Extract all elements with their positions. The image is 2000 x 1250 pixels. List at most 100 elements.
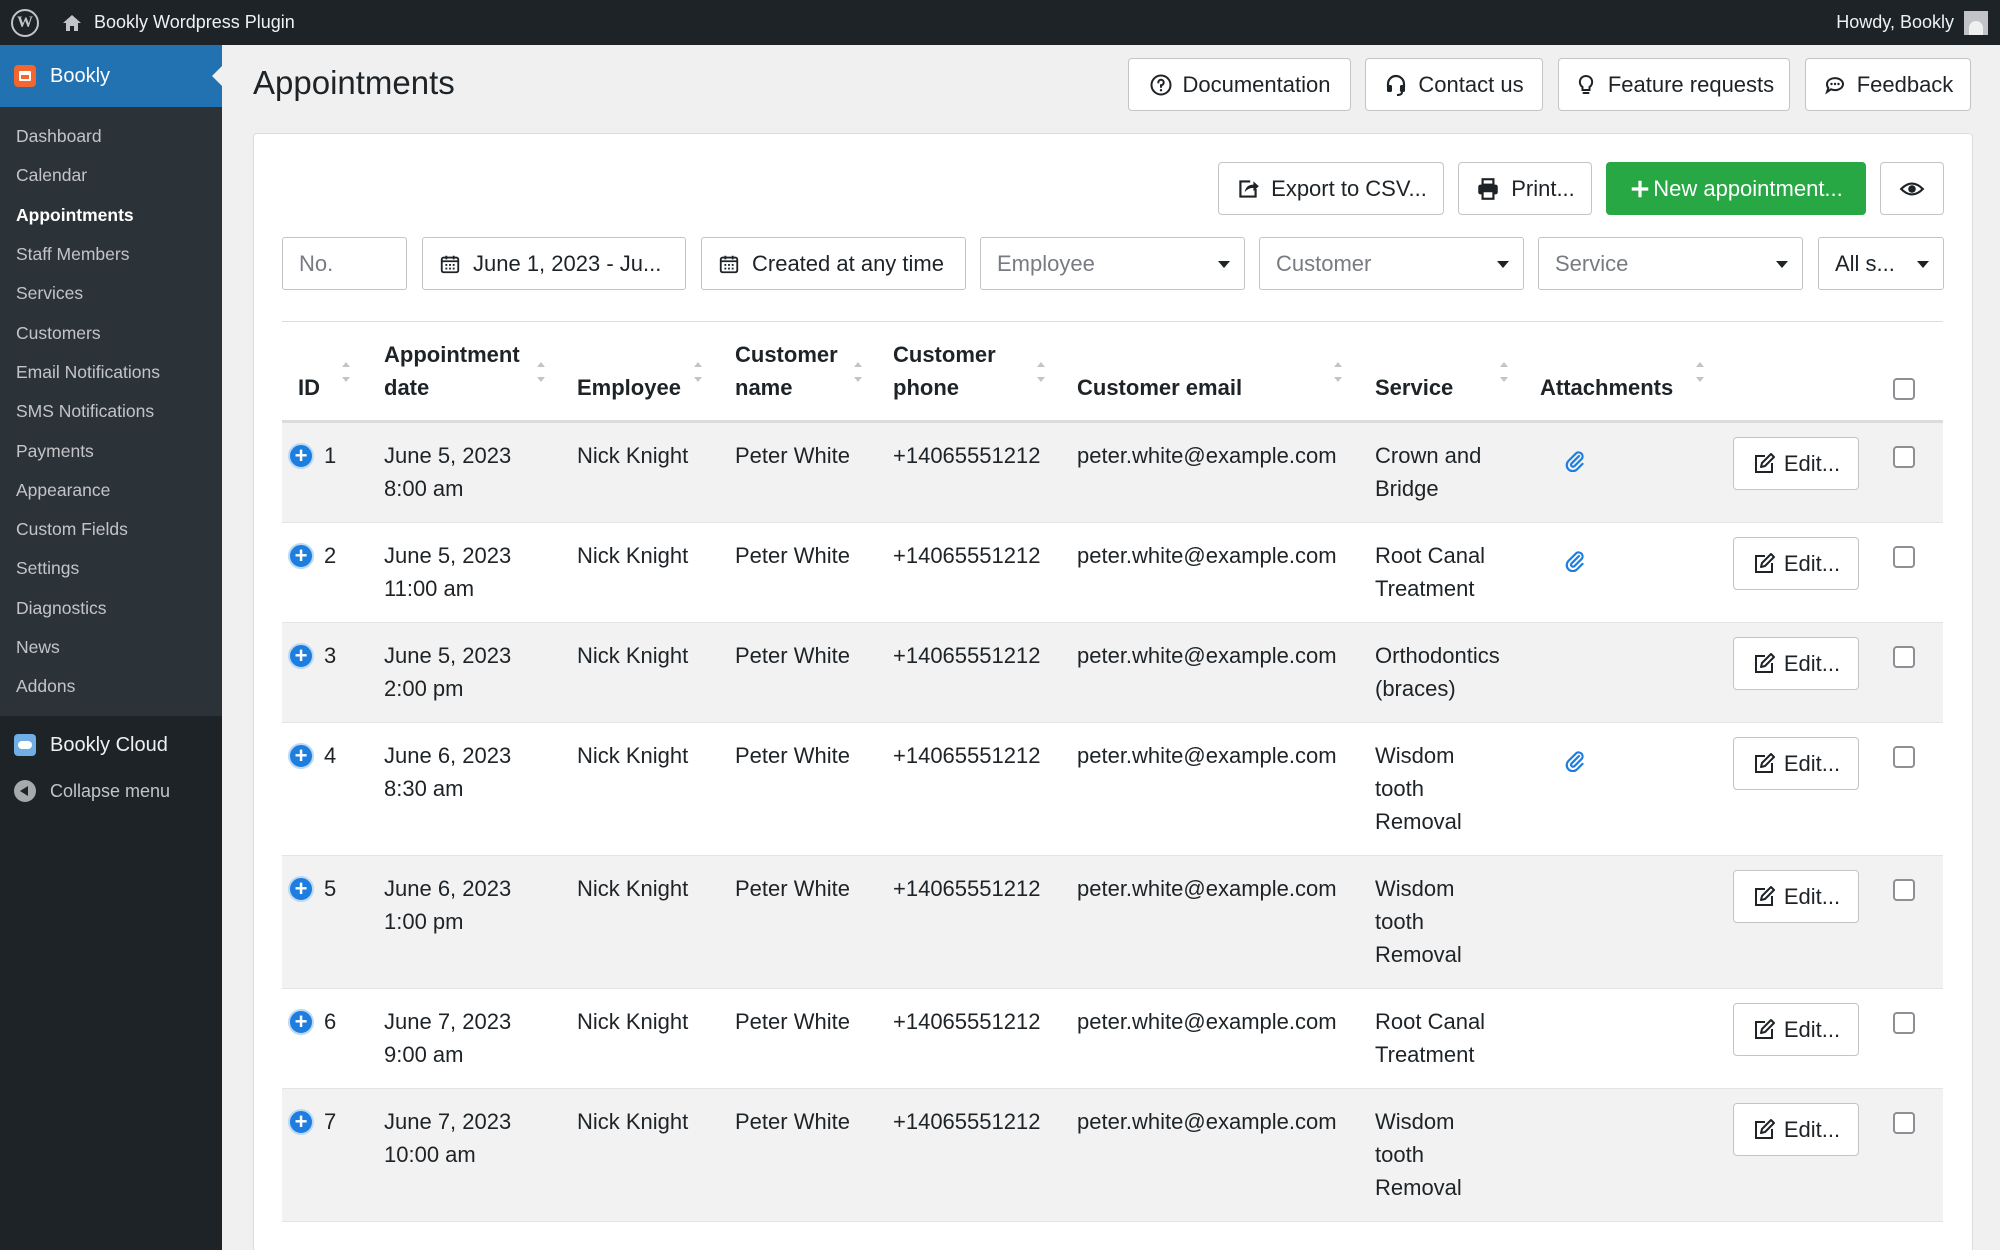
row-checkbox[interactable] bbox=[1893, 646, 1915, 668]
edit-button[interactable]: Edit... bbox=[1733, 537, 1859, 590]
table-row: +4 June 6, 2023 8:30 am Nick Knight Peter Wh… bbox=[282, 723, 1943, 856]
column-header-appointment-date[interactable]: Appointment date bbox=[384, 338, 520, 404]
created-date-filter[interactable]: Created at any time bbox=[701, 237, 966, 290]
column-header-customer-phone[interactable]: Customer phone bbox=[893, 338, 996, 404]
customer-email-value: peter.white@example.com bbox=[1077, 1109, 1337, 1134]
customer-phone-value: +14065551212 bbox=[893, 1109, 1041, 1134]
sidebar-item-services[interactable]: Services bbox=[0, 274, 222, 313]
menu-bookly[interactable]: Bookly bbox=[0, 45, 222, 107]
row-checkbox[interactable] bbox=[1893, 879, 1915, 901]
eye-icon bbox=[1899, 182, 1925, 195]
chat-bubble-icon bbox=[1824, 76, 1844, 94]
paperclip-icon[interactable] bbox=[1562, 448, 1586, 473]
chevron-down-icon bbox=[1497, 261, 1509, 268]
feedback-label: Feedback bbox=[1856, 71, 1954, 97]
employee-name: Nick Knight bbox=[577, 539, 688, 572]
sort-icon[interactable] bbox=[1037, 362, 1045, 382]
export-csv-button[interactable]: Export to CSV... bbox=[1218, 162, 1444, 215]
row-checkbox[interactable] bbox=[1893, 546, 1915, 568]
sidebar-item-dashboard[interactable]: Dashboard bbox=[0, 117, 222, 156]
expand-row-icon[interactable]: + bbox=[288, 543, 314, 569]
service-select[interactable]: Service bbox=[1538, 237, 1803, 290]
sidebar-item-email-notifications[interactable]: Email Notifications bbox=[0, 353, 222, 392]
select-all-checkbox[interactable] bbox=[1893, 378, 1915, 400]
employee-select[interactable]: Employee bbox=[980, 237, 1245, 290]
row-checkbox[interactable] bbox=[1893, 1012, 1915, 1034]
sidebar-item-payments[interactable]: Payments bbox=[0, 431, 222, 470]
edit-button[interactable]: Edit... bbox=[1733, 1103, 1859, 1156]
contact-us-button[interactable]: Contact us bbox=[1365, 58, 1543, 111]
expand-row-icon[interactable]: + bbox=[288, 443, 314, 469]
status-select[interactable]: All s... bbox=[1818, 237, 1944, 290]
documentation-button[interactable]: Documentation bbox=[1128, 58, 1351, 111]
sort-icon[interactable] bbox=[854, 362, 862, 382]
export-csv-label: Export to CSV... bbox=[1271, 175, 1427, 201]
print-button[interactable]: Print... bbox=[1458, 162, 1592, 215]
customer-email: peter.white@example.com bbox=[1077, 639, 1337, 672]
sidebar-item-news[interactable]: News bbox=[0, 628, 222, 667]
sidebar-item-settings[interactable]: Settings bbox=[0, 549, 222, 588]
bookly-submenu: Dashboard Calendar Appointments Staff Membe… bbox=[0, 107, 222, 717]
edit-button[interactable]: Edit... bbox=[1733, 1003, 1859, 1056]
date-range-filter[interactable]: June 1, 2023 - Ju... bbox=[422, 237, 686, 290]
expand-row-icon[interactable]: + bbox=[288, 1109, 314, 1135]
sort-icon[interactable] bbox=[694, 362, 702, 382]
row-checkbox[interactable] bbox=[1893, 1112, 1915, 1134]
column-header-attachments[interactable]: Attachments bbox=[1540, 371, 1673, 404]
expand-row-icon[interactable]: + bbox=[288, 876, 314, 902]
new-appointment-button[interactable]: New appointment... bbox=[1606, 162, 1866, 215]
customer-phone-value: +14065551212 bbox=[893, 743, 1041, 768]
edit-button[interactable]: Edit... bbox=[1733, 737, 1859, 790]
customer-select[interactable]: Customer bbox=[1259, 237, 1524, 290]
sort-icon[interactable] bbox=[537, 362, 545, 382]
customer-phone: +14065551212 bbox=[893, 539, 1040, 572]
sidebar-item-customers[interactable]: Customers bbox=[0, 313, 222, 352]
collapse-menu-button[interactable]: Collapse menu bbox=[0, 770, 222, 812]
edit-button[interactable]: Edit... bbox=[1733, 637, 1859, 690]
edit-button[interactable]: Edit... bbox=[1733, 870, 1859, 923]
sort-icon[interactable] bbox=[342, 362, 350, 382]
paperclip-icon[interactable] bbox=[1562, 748, 1586, 773]
edit-button[interactable]: Edit... bbox=[1733, 437, 1859, 490]
column-header-id[interactable]: ID bbox=[298, 371, 320, 404]
sort-icon[interactable] bbox=[1334, 362, 1342, 382]
column-header-customer-email[interactable]: Customer email bbox=[1077, 371, 1242, 404]
appointment-id: 1 bbox=[324, 439, 336, 472]
service-name: Removal bbox=[1375, 1175, 1462, 1200]
column-visibility-button[interactable] bbox=[1880, 162, 1944, 215]
sort-icon[interactable] bbox=[1500, 362, 1508, 382]
contact-us-label: Contact us bbox=[1418, 71, 1524, 97]
sidebar-item-calendar[interactable]: Calendar bbox=[0, 156, 222, 195]
customer-email: peter.white@example.com bbox=[1077, 439, 1337, 472]
status-select-value: All s... bbox=[1835, 250, 1895, 276]
paperclip-icon[interactable] bbox=[1562, 548, 1586, 573]
row-checkbox[interactable] bbox=[1893, 746, 1915, 768]
sidebar-item-appointments[interactable]: Appointments bbox=[0, 196, 222, 235]
column-header-employee[interactable]: Employee bbox=[577, 371, 681, 404]
column-header-service[interactable]: Service bbox=[1375, 371, 1453, 404]
export-icon bbox=[1239, 179, 1259, 198]
appointment-date-value: June 5, 2023 bbox=[384, 543, 512, 568]
sidebar-item-sms-notifications[interactable]: SMS Notifications bbox=[0, 392, 222, 431]
number-filter-input[interactable]: No. bbox=[282, 237, 407, 290]
expand-row-icon[interactable]: + bbox=[288, 1009, 314, 1035]
menu-bookly-cloud[interactable]: Bookly Cloud bbox=[0, 720, 222, 770]
expand-row-icon[interactable]: + bbox=[288, 743, 314, 769]
sidebar-item-custom-fields[interactable]: Custom Fields bbox=[0, 510, 222, 549]
customer-name-value: Peter White bbox=[735, 1009, 850, 1034]
sidebar-item-addons[interactable]: Addons bbox=[0, 667, 222, 706]
sidebar-item-diagnostics[interactable]: Diagnostics bbox=[0, 589, 222, 628]
account-menu[interactable]: Howdy, Bookly bbox=[1836, 0, 1988, 45]
expand-row-icon[interactable]: + bbox=[288, 643, 314, 669]
feedback-button[interactable]: Feedback bbox=[1805, 58, 1971, 111]
service-name: Removal bbox=[1375, 809, 1462, 834]
column-header-customer-name[interactable]: Customer name bbox=[735, 338, 838, 404]
sidebar-item-staff-members[interactable]: Staff Members bbox=[0, 235, 222, 274]
customer-phone: +14065551212 bbox=[893, 739, 1040, 772]
wordpress-logo-icon[interactable]: W bbox=[0, 0, 50, 45]
feature-requests-button[interactable]: Feature requests bbox=[1558, 58, 1790, 111]
row-checkbox[interactable] bbox=[1893, 446, 1915, 468]
site-name-link[interactable]: Bookly Wordpress Plugin bbox=[60, 11, 295, 35]
sidebar-item-appearance[interactable]: Appearance bbox=[0, 471, 222, 510]
sort-icon[interactable] bbox=[1696, 362, 1704, 382]
